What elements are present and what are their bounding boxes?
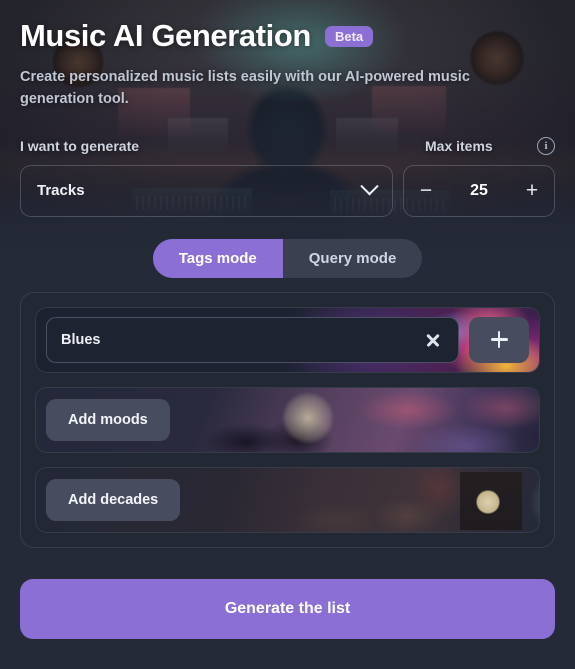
add-moods-button[interactable]: Add moods: [46, 398, 170, 441]
moods-row: Add moods: [35, 386, 540, 453]
max-items-increment-button[interactable]: +: [510, 180, 554, 201]
genre-input[interactable]: [61, 331, 422, 348]
info-circle-icon[interactable]: i: [537, 136, 555, 155]
generate-list-button[interactable]: Generate the list: [20, 578, 555, 639]
generate-type-label: I want to generate: [20, 137, 140, 154]
genre-input-wrapper: [46, 316, 459, 363]
page-header: Music AI Generation Beta Create personal…: [20, 0, 555, 111]
mode-tabs: Tags mode Query mode: [20, 238, 555, 278]
chevron-down-icon: [360, 177, 379, 196]
page-subtitle: Create personalized music lists easily w…: [20, 69, 470, 107]
mode-tabs-group: Tags mode Query mode: [152, 238, 423, 278]
tab-tags-mode[interactable]: Tags mode: [152, 238, 283, 278]
genres-row: [35, 306, 540, 373]
max-items-value[interactable]: 25: [448, 182, 510, 200]
controls-row: Tracks − 25 +: [20, 164, 555, 217]
plus-icon: [490, 331, 508, 348]
close-x-icon[interactable]: [422, 329, 444, 351]
generate-type-select[interactable]: Tracks: [20, 164, 393, 217]
beta-badge: Beta: [324, 25, 374, 47]
add-genre-button[interactable]: [469, 316, 529, 363]
music-ai-generation-page: Music AI Generation Beta Create personal…: [0, 0, 575, 639]
max-items-stepper: − 25 +: [403, 164, 555, 217]
title-row: Music AI Generation Beta: [20, 18, 555, 54]
tags-panel: Add moods Add decades: [20, 291, 555, 548]
controls-label-row: I want to generate Max items i: [20, 136, 555, 155]
decades-row: Add decades: [35, 466, 540, 533]
max-items-label: Max items: [425, 137, 493, 154]
add-decades-button[interactable]: Add decades: [46, 478, 181, 521]
generate-type-value: Tracks: [37, 182, 85, 199]
page-title: Music AI Generation: [20, 18, 311, 53]
tab-query-mode[interactable]: Query mode: [283, 239, 423, 278]
max-items-decrement-button[interactable]: −: [404, 180, 448, 201]
